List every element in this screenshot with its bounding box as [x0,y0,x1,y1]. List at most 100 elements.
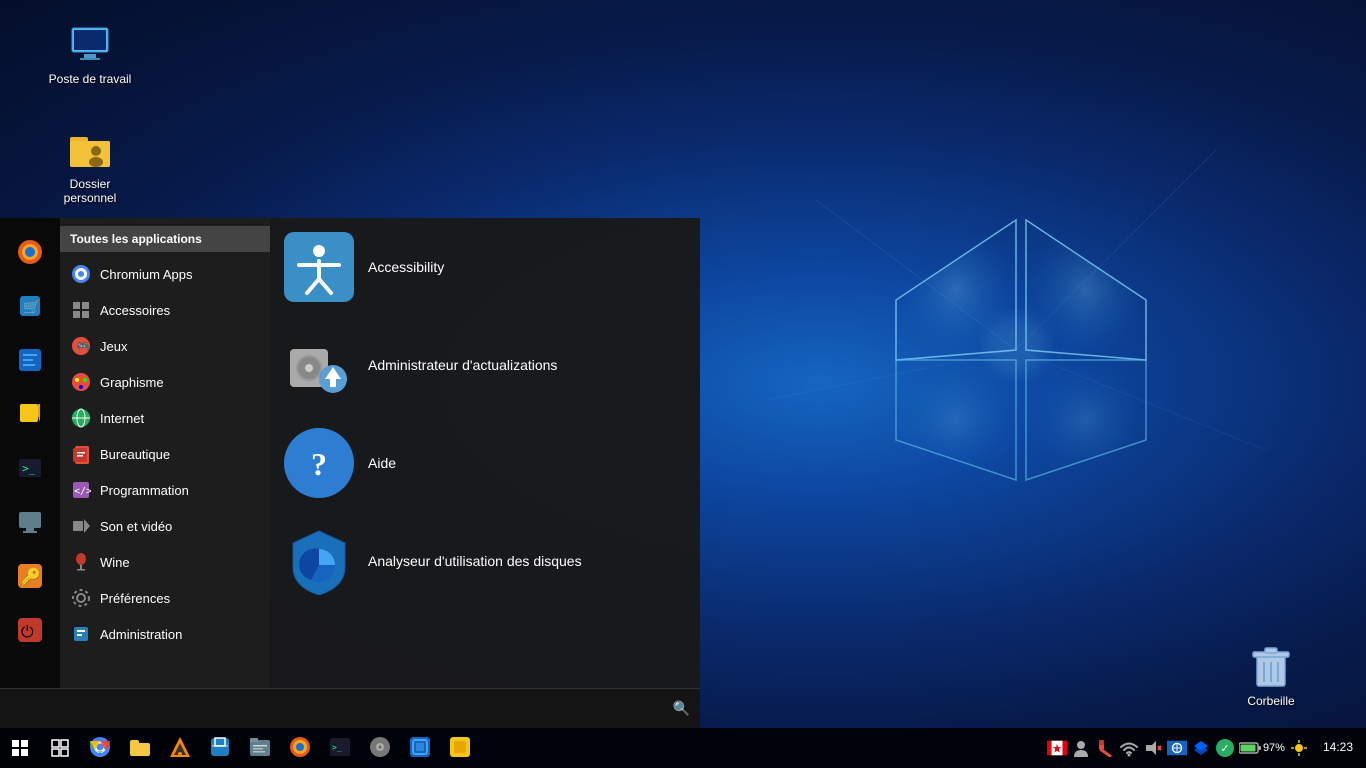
taskbar-virtualbox[interactable] [400,728,440,768]
preferences-label: Préférences [100,591,170,606]
taskbar-chrome[interactable] [80,728,120,768]
svg-text:🔑: 🔑 [21,567,41,586]
clock-time: 14:23 [1323,740,1353,756]
category-preferences[interactable]: Préférences [60,580,270,616]
desktop-icon-recycle-bin[interactable]: Corbeille [1226,642,1316,708]
help-app-label: Aide [368,455,396,471]
tray-tools-icon[interactable] [1095,738,1115,758]
graphisme-icon [70,371,92,393]
programmation-icon: </> [70,479,92,501]
category-programmation[interactable]: </> Programmation [60,472,270,508]
tray-brightness-icon[interactable] [1289,738,1309,758]
sidebar-icon-task-manager[interactable] [6,336,54,384]
taskbar: >_ [0,728,1366,768]
disk-analyzer-icon [284,526,354,596]
taskbar-file-manager[interactable] [240,728,280,768]
green-check-badge: ✓ [1216,739,1234,757]
svg-text:⏻: ⏻ [21,624,34,641]
disk-analyzer-label: Analyseur d'utilisation des disques [368,553,582,569]
wine-icon [70,551,92,573]
app-entry-disk-analyzer[interactable]: Analyseur d'utilisation des disques [280,522,690,600]
task-view-button[interactable] [40,728,80,768]
taskbar-store[interactable] [200,728,240,768]
tray-user-icon[interactable] [1071,738,1091,758]
svg-text:?: ? [311,446,327,482]
son-video-icon [70,515,92,537]
accessoires-icon [70,299,92,321]
internet-icon [70,407,92,429]
recycle-bin-label: Corbeille [1247,694,1294,708]
category-administration[interactable]: Administration [60,616,270,652]
tray-wifi-icon[interactable] [1119,738,1139,758]
tray-flag-icon[interactable] [1047,738,1067,758]
administration-icon [70,623,92,645]
category-wine[interactable]: Wine [60,544,270,580]
start-menu-sidebar: 🛒 >_ 🔑 [0,218,60,688]
app-entry-help[interactable]: ? Aide [280,424,690,502]
search-icon: 🔍 [673,700,690,717]
start-menu-categories: Toutes les applications Chromium Apps Ac… [60,218,270,688]
tray-check-icon[interactable]: ✓ [1215,738,1235,758]
taskbar-firefox[interactable] [280,728,320,768]
preferences-icon [70,587,92,609]
sidebar-icon-firefox[interactable] [6,228,54,276]
accessibility-app-label: Accessibility [368,259,444,275]
start-button[interactable] [0,728,40,768]
taskbar-folder[interactable] [120,728,160,768]
start-search-input[interactable] [10,701,665,716]
categories-header: Toutes les applications [60,226,270,252]
tray-dropbox-icon[interactable] [1191,738,1211,758]
category-internet[interactable]: Internet [60,400,270,436]
sidebar-icon-power[interactable]: ⏻ [6,606,54,654]
son-video-label: Son et vidéo [100,519,172,534]
system-clock[interactable]: 14:23 [1315,728,1361,768]
graphisme-label: Graphisme [100,375,164,390]
app-entry-update-manager[interactable]: Administrateur d'actualizations [280,326,690,404]
svg-text:>_: >_ [332,743,342,752]
desktop: Poste de travail Dossier personnel [0,0,1366,768]
sidebar-icon-terminal[interactable]: >_ [6,444,54,492]
update-manager-icon [284,330,354,400]
sidebar-icon-sticky[interactable] [6,390,54,438]
administration-label: Administration [100,627,182,642]
battery-percent: 97% [1263,742,1285,754]
sidebar-icon-display[interactable] [6,498,54,546]
sidebar-icon-key[interactable]: 🔑 [6,552,54,600]
desktop-icon-computer[interactable]: Poste de travail [45,20,135,86]
category-jeux[interactable]: 🎮 Jeux [60,328,270,364]
computer-icon-label: Poste de travail [49,72,132,86]
personal-folder-label: Dossier personnel [45,177,135,206]
system-tray: ✓ 97% [1041,728,1315,768]
tray-volume-icon[interactable] [1143,738,1163,758]
wine-label: Wine [100,555,130,570]
taskbar-right: ✓ 97% [1041,728,1366,768]
app-entry-accessibility[interactable]: Accessibility [280,228,690,306]
desktop-icon-personal-folder[interactable]: Dossier personnel [45,125,135,206]
recycle-bin-icon [1247,642,1295,690]
help-app-icon: ? [284,428,354,498]
tray-network-icon[interactable] [1167,738,1187,758]
personal-folder-icon [66,125,114,173]
windows-logo [766,100,1266,600]
taskbar-disk[interactable] [360,728,400,768]
taskbar-terminal[interactable]: >_ [320,728,360,768]
chromium-apps-icon [70,263,92,285]
programmation-label: Programmation [100,483,189,498]
category-son-video[interactable]: Son et vidéo [60,508,270,544]
internet-label: Internet [100,411,144,426]
svg-text:🎮: 🎮 [76,341,90,353]
taskbar-vlc[interactable] [160,728,200,768]
chromium-apps-label: Chromium Apps [100,267,192,282]
tray-battery-icon[interactable]: 97% [1239,738,1285,758]
accessoires-label: Accessoires [100,303,170,318]
start-menu-search: 🔍 [0,688,700,728]
taskbar-app-yellow[interactable] [440,728,480,768]
sidebar-icon-store[interactable]: 🛒 [6,282,54,330]
category-accessoires[interactable]: Accessoires [60,292,270,328]
category-bureautique[interactable]: Bureautique [60,436,270,472]
update-manager-label: Administrateur d'actualizations [368,357,557,373]
category-graphisme[interactable]: Graphisme [60,364,270,400]
svg-text:🛒: 🛒 [23,299,40,316]
svg-text:>_: >_ [22,462,36,475]
category-chromium-apps[interactable]: Chromium Apps [60,256,270,292]
